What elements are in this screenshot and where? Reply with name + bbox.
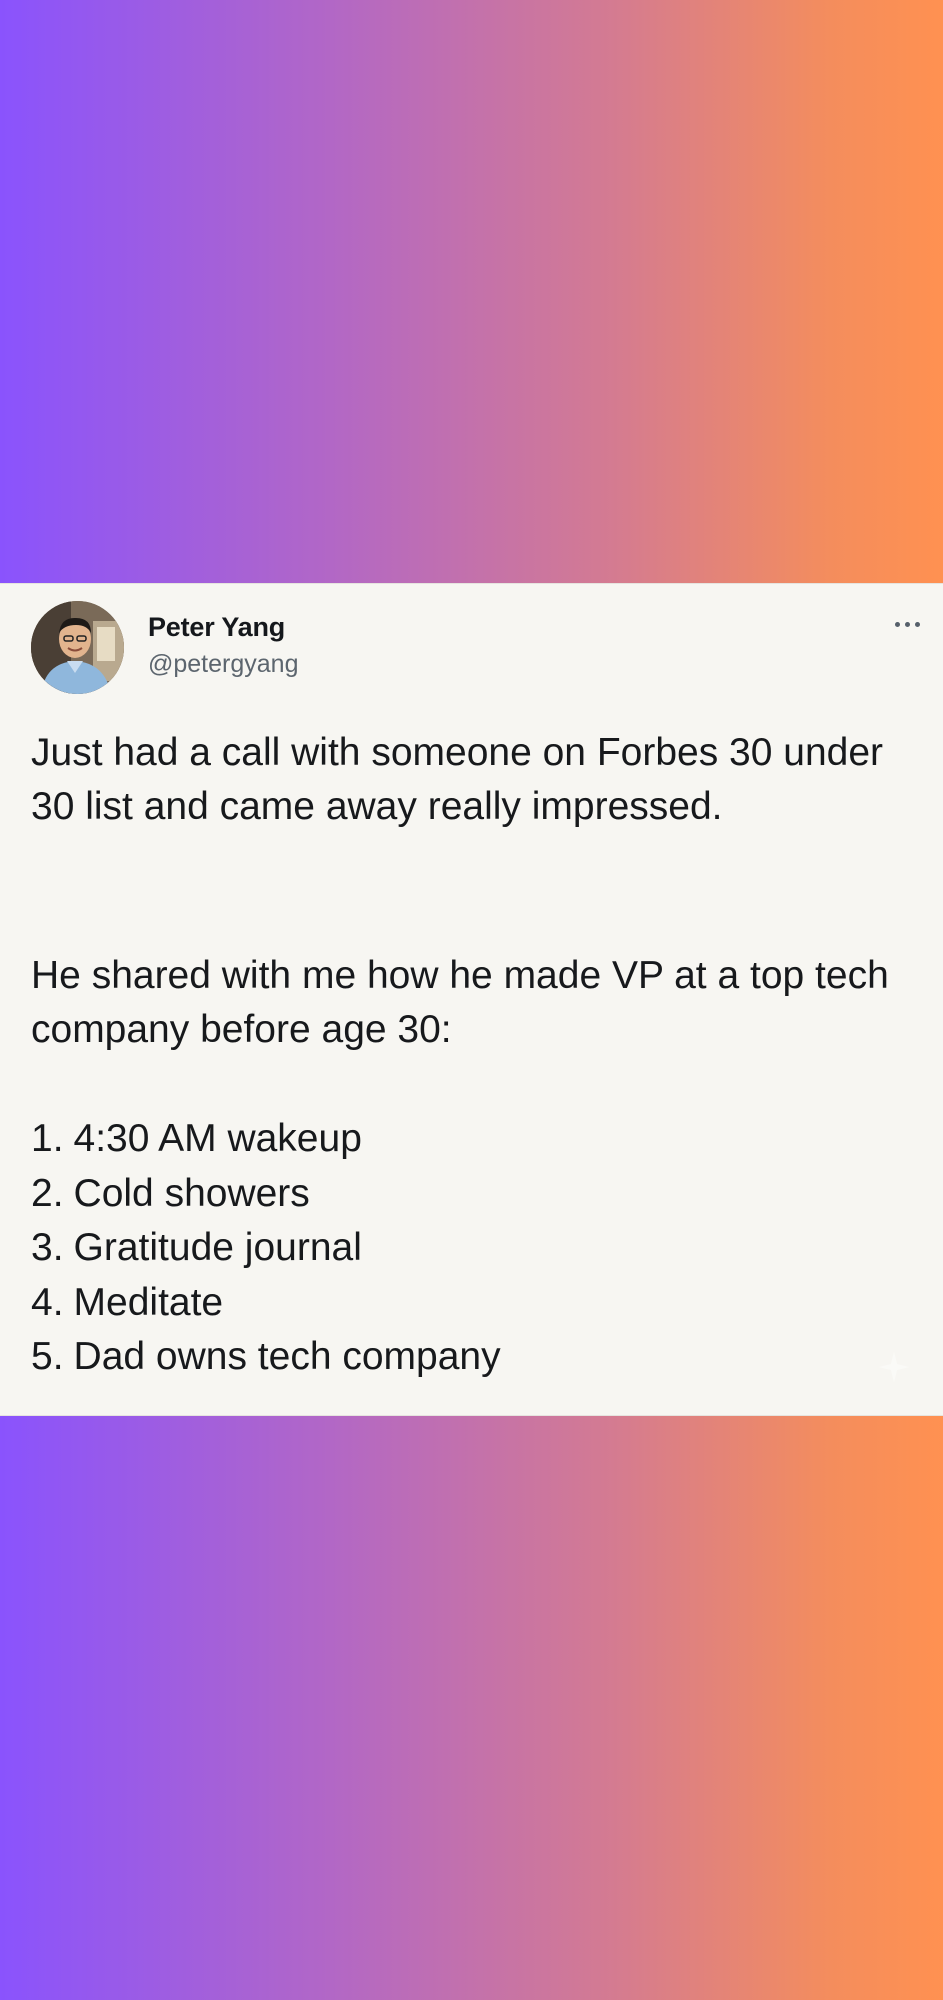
- avatar[interactable]: [31, 601, 124, 694]
- gradient-background-bottom: [0, 1416, 943, 2000]
- list-item: 4. Meditate: [31, 1276, 501, 1331]
- list-item-number: 2.: [31, 1171, 64, 1215]
- more-horizontal-icon[interactable]: [893, 617, 927, 631]
- author-name[interactable]: Peter Yang: [148, 612, 285, 643]
- list-item-number: 5.: [31, 1335, 64, 1378]
- tweet-paragraph-1: Just had a call with someone on Forbes 3…: [31, 731, 884, 828]
- tweet-card: Peter Yang @petergyang Just had a call w…: [0, 583, 943, 1416]
- dot: [895, 622, 900, 627]
- list-item-number: 4.: [31, 1280, 64, 1324]
- list-item: 3. Gratitude journal: [31, 1221, 501, 1276]
- list-item: 5. Dad owns tech company: [31, 1330, 501, 1385]
- list-item: 2. Cold showers: [31, 1167, 501, 1222]
- list-item: 1. 4:30 AM wakeup: [31, 1112, 501, 1167]
- author-handle[interactable]: @petergyang: [148, 650, 298, 679]
- tweet-paragraph-2: He shared with me how he made VP at a to…: [31, 954, 889, 1051]
- list-item-text: 4:30 AM wakeup: [73, 1117, 362, 1160]
- dot: [905, 622, 910, 627]
- list-item-text: Gratitude journal: [73, 1226, 362, 1269]
- dot: [915, 622, 920, 627]
- list-item-text: Dad owns tech company: [73, 1335, 501, 1378]
- tweet-list: 1. 4:30 AM wakeup 2. Cold showers 3. Gratit…: [31, 1112, 501, 1385]
- list-item-text: Meditate: [73, 1280, 224, 1324]
- avatar-photo: [31, 601, 124, 694]
- list-item-text: Cold showers: [73, 1171, 310, 1215]
- list-item-number: 1.: [31, 1117, 64, 1160]
- sparkle-watermark-icon: [879, 1352, 909, 1382]
- list-item-number: 3.: [31, 1226, 64, 1269]
- gradient-background-top: [0, 0, 943, 583]
